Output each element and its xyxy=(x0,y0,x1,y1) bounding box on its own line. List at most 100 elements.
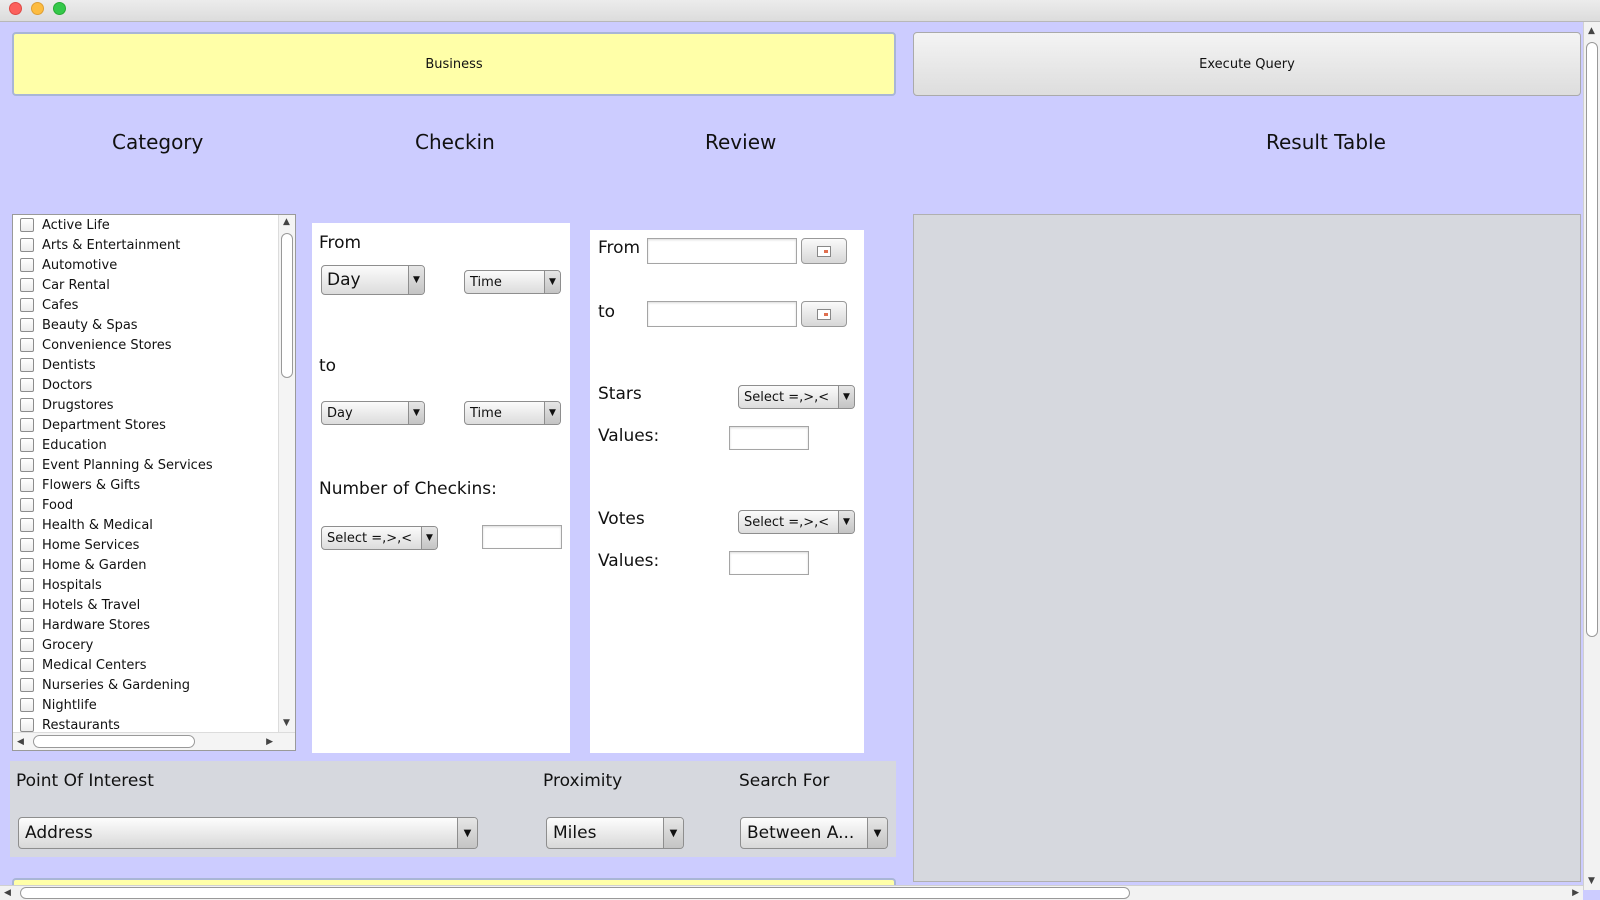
category-item[interactable]: Beauty & Spas xyxy=(13,315,279,335)
category-checkbox[interactable] xyxy=(20,378,34,392)
scroll-up-icon[interactable]: ▲ xyxy=(283,217,290,227)
category-checkbox[interactable] xyxy=(20,398,34,412)
category-label: Nightlife xyxy=(42,697,97,713)
review-from-calendar-button[interactable] xyxy=(801,238,847,264)
category-item[interactable]: Restaurants xyxy=(13,715,279,732)
checkin-to-day-select[interactable]: Day ▼ xyxy=(321,401,425,425)
category-item[interactable]: Grocery xyxy=(13,635,279,655)
stars-values-input[interactable] xyxy=(729,426,809,450)
category-checkbox[interactable] xyxy=(20,438,34,452)
category-checkbox[interactable] xyxy=(20,278,34,292)
checkin-count-input[interactable] xyxy=(482,525,562,549)
category-item[interactable]: Home Services xyxy=(13,535,279,555)
category-vertical-scrollbar[interactable]: ▲ ▼ xyxy=(278,215,295,732)
category-checkbox[interactable] xyxy=(20,638,34,652)
category-item[interactable]: Active Life xyxy=(13,215,279,235)
category-checkbox[interactable] xyxy=(20,238,34,252)
scroll-left-icon[interactable]: ◀ xyxy=(4,888,11,898)
scroll-down-icon[interactable]: ▼ xyxy=(1588,876,1595,886)
category-item[interactable]: Car Rental xyxy=(13,275,279,295)
votes-operator-select[interactable]: Select =,>,< ▼ xyxy=(738,510,855,534)
chevron-down-icon: ▼ xyxy=(408,266,424,294)
category-item[interactable]: Hotels & Travel xyxy=(13,595,279,615)
category-checkbox[interactable] xyxy=(20,678,34,692)
stars-operator-select[interactable]: Select =,>,< ▼ xyxy=(738,385,855,409)
category-checkbox[interactable] xyxy=(20,338,34,352)
category-item[interactable]: Drugstores xyxy=(13,395,279,415)
category-item[interactable]: Medical Centers xyxy=(13,655,279,675)
close-window-button[interactable] xyxy=(9,2,22,15)
category-checkbox[interactable] xyxy=(20,598,34,612)
category-item[interactable]: Department Stores xyxy=(13,415,279,435)
votes-values-input[interactable] xyxy=(729,551,809,575)
category-checkbox[interactable] xyxy=(20,418,34,432)
scroll-down-icon[interactable]: ▼ xyxy=(283,718,290,728)
checkin-from-time-select[interactable]: Time ▼ xyxy=(464,270,561,294)
category-item[interactable]: Food xyxy=(13,495,279,515)
category-item[interactable]: Cafes xyxy=(13,295,279,315)
review-from-date-input[interactable] xyxy=(647,238,797,264)
category-item[interactable]: Event Planning & Services xyxy=(13,455,279,475)
votes-values-label: Values: xyxy=(598,551,660,571)
category-item[interactable]: Doctors xyxy=(13,375,279,395)
category-item[interactable]: Automotive xyxy=(13,255,279,275)
review-to-date-input[interactable] xyxy=(647,301,797,327)
category-checkbox[interactable] xyxy=(20,318,34,332)
category-checkbox[interactable] xyxy=(20,618,34,632)
category-label: Health & Medical xyxy=(42,517,153,533)
scroll-right-icon[interactable]: ▶ xyxy=(266,737,273,747)
category-label: Convenience Stores xyxy=(42,337,172,353)
category-checkbox[interactable] xyxy=(20,698,34,712)
category-hscroll-thumb[interactable] xyxy=(33,735,195,748)
checkin-to-time-select[interactable]: Time ▼ xyxy=(464,401,561,425)
category-checkbox[interactable] xyxy=(20,658,34,672)
category-item[interactable]: Arts & Entertainment xyxy=(13,235,279,255)
category-label: Beauty & Spas xyxy=(42,317,138,333)
review-to-calendar-button[interactable] xyxy=(801,301,847,327)
category-checkbox[interactable] xyxy=(20,218,34,232)
category-item[interactable]: Nightlife xyxy=(13,695,279,715)
proximity-select[interactable]: Miles ▼ xyxy=(546,817,684,849)
checkin-from-day-select[interactable]: Day ▼ xyxy=(321,265,425,295)
category-checkbox[interactable] xyxy=(20,578,34,592)
category-checkbox[interactable] xyxy=(20,518,34,532)
category-item[interactable]: Flowers & Gifts xyxy=(13,475,279,495)
category-checkbox[interactable] xyxy=(20,498,34,512)
search-for-select[interactable]: Between A... ▼ xyxy=(740,817,888,849)
window-hscroll-thumb[interactable] xyxy=(20,887,1130,899)
category-label: Car Rental xyxy=(42,277,110,293)
category-checkbox[interactable] xyxy=(20,718,34,732)
category-item[interactable]: Health & Medical xyxy=(13,515,279,535)
execute-query-button[interactable]: Execute Query xyxy=(913,32,1581,96)
category-item[interactable]: Dentists xyxy=(13,355,279,375)
category-checkbox[interactable] xyxy=(20,358,34,372)
category-checkbox[interactable] xyxy=(20,458,34,472)
category-checkbox[interactable] xyxy=(20,478,34,492)
category-item[interactable]: Nurseries & Gardening xyxy=(13,675,279,695)
category-label: Nurseries & Gardening xyxy=(42,677,190,693)
category-checkbox[interactable] xyxy=(20,558,34,572)
minimize-window-button[interactable] xyxy=(31,2,44,15)
category-horizontal-scrollbar[interactable]: ◀ ▶ xyxy=(13,732,295,750)
category-checkbox[interactable] xyxy=(20,258,34,272)
scroll-right-icon[interactable]: ▶ xyxy=(1572,888,1579,898)
window-vertical-scrollbar[interactable]: ▲ ▼ xyxy=(1583,22,1600,890)
category-scroll-thumb[interactable] xyxy=(281,233,293,378)
category-item[interactable]: Home & Garden xyxy=(13,555,279,575)
category-item[interactable]: Education xyxy=(13,435,279,455)
scroll-up-icon[interactable]: ▲ xyxy=(1588,26,1595,36)
window-horizontal-scrollbar[interactable]: ◀ ▶ xyxy=(0,885,1583,900)
scroll-left-icon[interactable]: ◀ xyxy=(17,737,24,747)
checkin-count-operator-select[interactable]: Select =,>,< ▼ xyxy=(321,526,438,550)
category-checkbox[interactable] xyxy=(20,298,34,312)
point-of-interest-select[interactable]: Address ▼ xyxy=(18,817,478,849)
category-item[interactable]: Hardware Stores xyxy=(13,615,279,635)
window-vscroll-thumb[interactable] xyxy=(1586,42,1598,637)
category-checkbox[interactable] xyxy=(20,538,34,552)
business-button[interactable]: Business xyxy=(12,32,896,96)
category-item[interactable]: Convenience Stores xyxy=(13,335,279,355)
maximize-window-button[interactable] xyxy=(53,2,66,15)
category-label: Dentists xyxy=(42,357,96,373)
category-item[interactable]: Hospitals xyxy=(13,575,279,595)
result-table[interactable] xyxy=(913,214,1581,882)
